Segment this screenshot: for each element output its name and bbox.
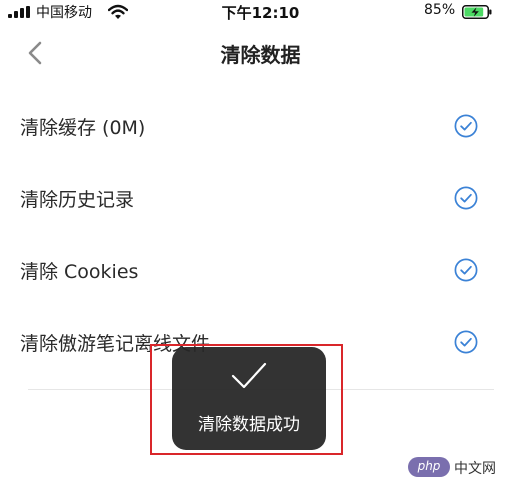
check-circle-icon[interactable] [454,258,478,282]
watermark-badge-text: php [417,459,441,473]
item-label: 清除 Cookies [20,261,139,283]
highlight-annotation-box [150,344,343,455]
watermark-logo-badge: php [408,457,450,477]
clear-history-item[interactable]: 清除历史记录 [0,162,521,234]
page-title: 清除数据 [220,43,301,67]
clear-cache-item[interactable]: 清除缓存 (0M) [0,90,521,162]
check-circle-icon[interactable] [454,330,478,354]
item-label: 清除历史记录 [20,189,135,211]
battery-charging-icon [462,5,492,19]
item-label: 清除缓存 (0M) [20,117,146,139]
check-circle-icon[interactable] [454,186,478,210]
site-watermark: php 中文网 [408,457,518,477]
clear-options-list: 清除缓存 (0M) 清除历史记录 清除 Cookies 清除傲游笔记离线文件 [0,90,521,378]
nav-bar: 清除数据 [0,28,521,78]
battery-percent: 85% [424,2,456,18]
status-bar: 中国移动 下午12:10 85% [0,0,521,24]
check-circle-icon[interactable] [454,114,478,138]
watermark-site-text: 中文网 [454,461,496,477]
clear-cookies-item[interactable]: 清除 Cookies [0,234,521,306]
